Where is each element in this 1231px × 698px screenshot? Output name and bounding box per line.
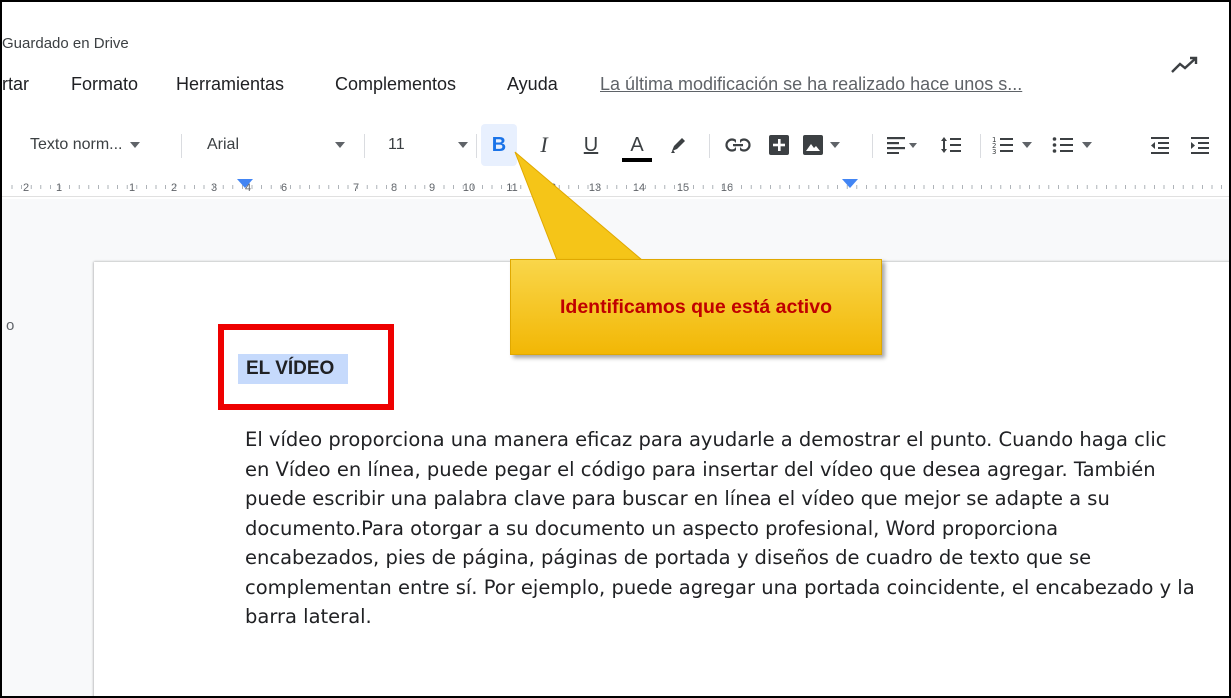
divider [872, 134, 873, 158]
italic-button[interactable]: I [533, 120, 555, 170]
highlight-button[interactable] [666, 120, 690, 170]
ruler-label: 10 [463, 182, 475, 194]
menu-addons[interactable]: Complementos [335, 74, 456, 95]
font-size-dropdown[interactable]: 11 [388, 120, 468, 170]
highlight-frame [218, 324, 394, 410]
divider [476, 134, 477, 158]
bulleted-list-button[interactable] [1052, 120, 1102, 170]
ruler-label: 2 [23, 182, 29, 194]
toolbar: Texto norm... Arial 11 B I U A 1 2 3 [2, 120, 1229, 170]
add-comment-button[interactable] [767, 120, 791, 170]
divider [709, 134, 710, 158]
font-label: Arial [207, 136, 240, 153]
menu-format[interactable]: Formato [71, 74, 138, 95]
ruler-label: 12 [544, 182, 556, 194]
italic-icon: I [540, 132, 548, 157]
chevron-down-icon [830, 142, 840, 148]
underline-icon: U [583, 133, 599, 156]
left-margin-area [2, 199, 94, 696]
chevron-down-icon [1022, 142, 1032, 148]
ruler-label: 14 [633, 182, 645, 194]
link-icon [725, 138, 751, 152]
svg-text:3: 3 [992, 148, 996, 155]
line-spacing-icon [941, 137, 961, 153]
text-color-button[interactable]: A [622, 120, 652, 170]
line-spacing-button[interactable] [937, 120, 965, 170]
decrease-indent-icon [1151, 137, 1169, 154]
insert-image-button[interactable] [802, 120, 846, 170]
ruler-label: 7 [353, 182, 359, 194]
divider [181, 134, 182, 158]
canvas-background [94, 199, 1229, 262]
callout-text: Identificamos que está activo [559, 296, 832, 318]
bold-button[interactable]: B [481, 124, 517, 166]
activity-dashboard-icon[interactable] [1170, 52, 1200, 76]
align-icon [887, 137, 905, 154]
last-edit-link[interactable]: La última modificación se ha realizado h… [600, 74, 1022, 95]
highlight-icon [671, 138, 685, 153]
callout-box: Identificamos que está activo [510, 259, 882, 355]
divider [364, 134, 365, 158]
chevron-down-icon [130, 142, 141, 148]
google-docs-window: Guardado en Drive Insertar Formato Herra… [0, 0, 1231, 698]
ruler-label: 15 [677, 182, 689, 194]
style-dropdown[interactable]: Texto norm... [30, 120, 141, 170]
bulleted-list-icon [1052, 137, 1073, 153]
link-button[interactable] [724, 120, 752, 170]
font-size-label: 11 [388, 136, 405, 153]
font-dropdown[interactable]: Arial [207, 120, 345, 170]
bold-icon: B [491, 133, 507, 156]
text-color-swatch [622, 157, 652, 162]
align-button[interactable] [886, 120, 926, 170]
increase-indent-icon [1191, 137, 1209, 154]
horizontal-ruler[interactable]: 211234678910111213141516 [2, 177, 1231, 197]
style-label: Texto norm... [30, 136, 123, 153]
add-comment-icon [769, 135, 789, 155]
increase-indent-button[interactable] [1188, 120, 1212, 170]
menu-insert[interactable]: Insertar [2, 74, 29, 95]
saved-status: Guardado en Drive [2, 35, 129, 52]
numbered-list-icon: 123 [992, 136, 1013, 155]
ruler-label: 6 [281, 182, 287, 194]
chevron-down-icon [909, 142, 917, 148]
ruler-label: 1 [56, 182, 62, 194]
outline-label: o [6, 317, 15, 334]
insert-image-icon [803, 135, 823, 155]
chevron-down-icon [1082, 142, 1092, 148]
menu-tools[interactable]: Herramientas [176, 74, 284, 95]
ruler-label: 13 [589, 182, 601, 194]
divider [980, 134, 981, 158]
right-indent-marker[interactable] [842, 179, 858, 188]
ruler-label: 2 [171, 182, 177, 194]
text-color-icon: A [630, 133, 644, 156]
underline-button[interactable]: U [580, 120, 602, 170]
ruler-label: 11 [506, 182, 517, 194]
numbered-list-button[interactable]: 123 [992, 120, 1042, 170]
decrease-indent-button[interactable] [1148, 120, 1172, 170]
ruler-label: 1 [129, 182, 135, 194]
document-paragraph[interactable]: El vídeo proporciona una manera eficaz p… [245, 425, 1195, 632]
menu-help[interactable]: Ayuda [507, 74, 558, 95]
chevron-down-icon [458, 142, 468, 148]
chevron-down-icon [335, 142, 345, 148]
